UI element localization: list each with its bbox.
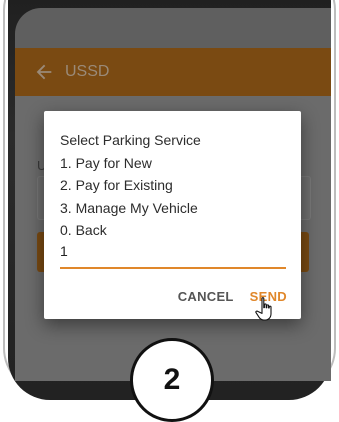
message-line: 3. Manage My Vehicle xyxy=(60,199,198,216)
ussd-reply-input[interactable] xyxy=(60,243,286,259)
phone-frame: USSD U Select Parking Service 1. Pay for… xyxy=(0,0,339,422)
cancel-button[interactable]: CANCEL xyxy=(178,289,234,304)
app-title: USSD xyxy=(65,63,110,80)
message-line: 1. Pay for New xyxy=(60,154,152,171)
hand-pointer-icon xyxy=(255,297,272,321)
step-number: 2 xyxy=(163,363,181,396)
ussd-reply-field-wrap xyxy=(60,239,286,269)
arrow-left-icon[interactable] xyxy=(33,61,55,83)
message-line: Select Parking Service xyxy=(60,132,201,148)
ussd-message: Select Parking Service 1. Pay for New 2.… xyxy=(60,129,201,242)
message-line: 2. Pay for Existing xyxy=(60,177,173,193)
step-number-badge: 2 xyxy=(130,338,214,422)
ussd-dialog: Select Parking Service 1. Pay for New 2.… xyxy=(44,111,301,319)
app-bar: USSD xyxy=(15,48,331,96)
